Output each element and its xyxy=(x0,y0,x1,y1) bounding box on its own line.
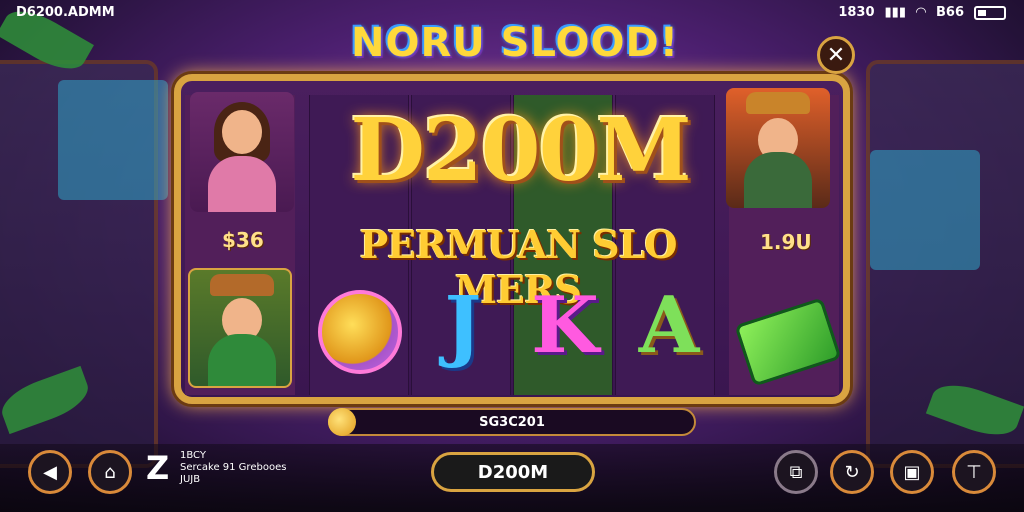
symbol-k: K xyxy=(531,280,599,371)
coin-symbol-icon xyxy=(318,290,402,374)
progress-bar: SG3C201 xyxy=(328,408,696,436)
settings-icon: ⊤ xyxy=(966,461,982,483)
close-button[interactable]: ✕ xyxy=(817,36,855,74)
info-glyph: Z xyxy=(146,449,170,487)
info-line-3: JUJB xyxy=(180,474,201,485)
refresh-button[interactable]: ↻ xyxy=(830,450,874,494)
game-title: NORU SLOOD! xyxy=(350,20,679,66)
signal-icon: ▮▮▮ xyxy=(884,5,906,20)
arcade-screen-left xyxy=(58,80,168,200)
character-portrait-woman xyxy=(190,92,294,212)
copy-button[interactable]: ⧉ xyxy=(774,450,818,494)
progress-label: SG3C201 xyxy=(479,415,545,430)
symbol-a: A xyxy=(638,280,700,371)
battery-icon xyxy=(974,5,1006,20)
image-button[interactable]: ▣ xyxy=(890,450,934,494)
close-icon: ✕ xyxy=(826,42,846,68)
refresh-icon: ↻ xyxy=(844,461,860,483)
status-right: 1830 ▮▮▮ ◠ B66 xyxy=(838,5,1006,20)
info-line-1: 1BCY xyxy=(180,450,206,461)
copy-icon: ⧉ xyxy=(789,461,803,483)
character-portrait-adventurer xyxy=(726,88,830,208)
character-portrait-man xyxy=(188,268,292,388)
jackpot-amount: D200M xyxy=(350,100,691,201)
battery-text: B66 xyxy=(936,5,964,20)
wifi-icon: ◠ xyxy=(916,5,926,20)
info-block: 1BCY Sercake 91 Grebooes JUJB xyxy=(180,450,286,486)
info-line-2: Sercake 91 Grebooes xyxy=(180,462,287,473)
status-left-text: D6200.ADMM xyxy=(16,5,115,20)
right-column-value: 1.9U xyxy=(760,230,812,254)
symbol-j: J xyxy=(444,280,482,371)
settings-button[interactable]: ⊤ xyxy=(952,450,996,494)
home-icon: ⌂ xyxy=(104,461,116,483)
arcade-screen-right xyxy=(870,150,980,270)
home-button[interactable]: ⌂ xyxy=(88,450,132,494)
sound-icon: ◀ xyxy=(43,461,57,483)
sound-button[interactable]: ◀ xyxy=(28,450,72,494)
image-icon: ▣ xyxy=(903,461,921,483)
left-column-value: $36 xyxy=(222,228,264,252)
spin-button[interactable]: D200M xyxy=(431,452,595,492)
status-time: 1830 xyxy=(838,5,875,20)
spin-button-label: D200M xyxy=(477,461,549,483)
